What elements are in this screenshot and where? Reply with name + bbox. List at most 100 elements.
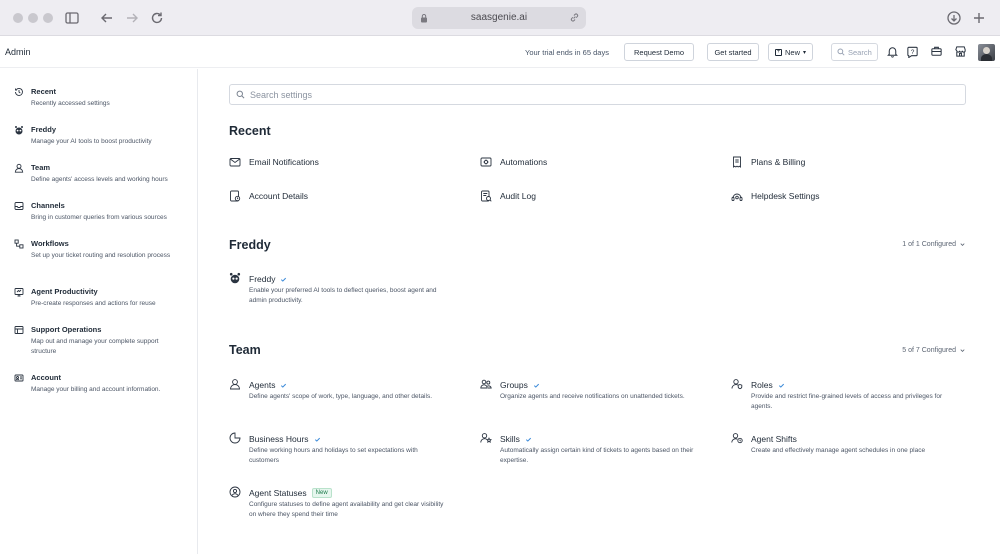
setting-card-title: Business Hours xyxy=(249,434,309,444)
sidebar-item-title: Support Operations xyxy=(31,325,102,334)
chevron-down-icon xyxy=(960,349,965,352)
configured-count: 1 of 1 Configured xyxy=(902,241,956,248)
marketplace-store-icon[interactable] xyxy=(954,45,967,58)
recent-link-label: Email Notifications xyxy=(249,157,319,167)
roles-icon xyxy=(731,378,743,390)
recent-link-plans-billing[interactable]: Plans & Billing xyxy=(731,156,805,168)
help-icon[interactable]: ? xyxy=(906,45,919,58)
history-icon xyxy=(14,87,24,97)
check-icon xyxy=(778,382,785,389)
header-search[interactable]: Search xyxy=(831,43,878,61)
recent-link-email-notifications[interactable]: Email Notifications xyxy=(229,156,319,168)
sidebar-item-title: Team xyxy=(31,163,51,172)
trial-notice: Your trial ends in 65 days xyxy=(525,48,609,57)
new-badge: New xyxy=(311,488,332,498)
freddy-icon xyxy=(229,272,241,284)
sidebar-item-title: Agent Productivity xyxy=(31,287,98,296)
header-search-placeholder: Search xyxy=(848,47,872,57)
setting-card-header: Agent Statuses New xyxy=(249,488,332,498)
email-icon xyxy=(229,156,241,168)
settings-search[interactable] xyxy=(229,84,966,105)
setting-card-title: Groups xyxy=(500,380,528,390)
freddy-icon xyxy=(14,125,24,135)
user-avatar[interactable] xyxy=(978,44,995,61)
setting-card-desc: Define working hours and holidays to set… xyxy=(249,447,418,464)
window-controls xyxy=(13,13,53,23)
setting-card-header: Roles xyxy=(751,380,785,390)
automation-icon xyxy=(480,156,492,168)
maximize-window-button[interactable] xyxy=(43,13,53,23)
billing-icon xyxy=(731,156,743,168)
section-title-team: Team xyxy=(229,343,261,357)
page-title: Admin xyxy=(5,47,31,57)
recent-link-automations[interactable]: Automations xyxy=(480,156,547,168)
person-icon xyxy=(14,163,24,173)
recent-link-audit-log[interactable]: Audit Log xyxy=(480,190,536,202)
sidebar-toggle-icon[interactable] xyxy=(64,10,80,26)
minimize-window-button[interactable] xyxy=(28,13,38,23)
setting-card-desc: Organize agents and receive notification… xyxy=(500,393,685,400)
reload-icon[interactable] xyxy=(149,10,165,26)
new-tab-icon[interactable] xyxy=(971,10,987,26)
check-icon xyxy=(280,276,287,283)
download-icon[interactable] xyxy=(946,10,962,26)
check-icon xyxy=(533,382,540,389)
svg-text:?: ? xyxy=(911,49,915,56)
setting-card-desc: Provide and restrict fine-grained levels… xyxy=(751,393,943,410)
recent-link-account-details[interactable]: Account Details xyxy=(229,190,308,202)
check-icon xyxy=(525,436,532,443)
skills-icon xyxy=(480,432,492,444)
settings-sidebar: Recent Recently accessed settings Freddy… xyxy=(0,69,198,554)
setting-card-header: Skills xyxy=(500,434,532,444)
configured-count: 5 of 7 Configured xyxy=(902,347,956,354)
sidebar-item-desc: Pre-create responses and actions for reu… xyxy=(31,300,156,307)
sidebar-item-title: Workflows xyxy=(31,239,69,248)
setting-card-desc: Configure statuses to define agent avail… xyxy=(249,501,444,518)
audit-log-icon xyxy=(480,190,492,202)
recent-link-helpdesk-settings[interactable]: Helpdesk Settings xyxy=(731,190,820,202)
forward-arrow-icon[interactable] xyxy=(124,10,140,26)
sidebar-item-title: Freddy xyxy=(31,125,57,134)
setting-card-header: Agent Shifts xyxy=(751,434,797,444)
plus-square-icon: + xyxy=(774,48,782,56)
team-configured-status[interactable]: 5 of 7 Configured xyxy=(902,347,966,354)
setting-card-title: Freddy xyxy=(249,274,276,284)
recent-link-label: Helpdesk Settings xyxy=(751,191,820,201)
setting-card-title: Roles xyxy=(751,380,773,390)
get-started-button[interactable]: Get started xyxy=(707,43,759,61)
setting-card-header: Agents xyxy=(249,380,287,390)
back-arrow-icon[interactable] xyxy=(99,10,115,26)
recent-link-label: Plans & Billing xyxy=(751,157,806,167)
setting-card-header: Groups xyxy=(500,380,540,390)
operations-icon xyxy=(14,325,24,335)
sidebar-item-desc: Manage your AI tools to boost productivi… xyxy=(31,138,152,145)
close-window-button[interactable] xyxy=(13,13,23,23)
notifications-bell-icon[interactable] xyxy=(886,45,899,58)
setting-card-desc: Enable your preferred AI tools to deflec… xyxy=(249,287,437,304)
agent-status-icon xyxy=(229,486,241,498)
setting-card-header: Freddy xyxy=(249,274,287,284)
sidebar-item-title: Account xyxy=(31,373,61,382)
setting-card-title: Agent Shifts xyxy=(751,434,797,444)
chevron-down-icon: ▾ xyxy=(803,49,807,56)
link-icon[interactable] xyxy=(569,12,580,23)
setting-card-desc: Create and effectively manage agent sche… xyxy=(751,447,926,454)
agent-shifts-icon xyxy=(731,432,743,444)
sidebar-item-desc: Define agents' access levels and working… xyxy=(31,176,168,183)
recent-link-label: Account Details xyxy=(249,191,309,201)
apps-switcher-icon[interactable] xyxy=(930,45,943,58)
setting-card-title: Agents xyxy=(249,380,276,390)
settings-icon xyxy=(731,190,743,202)
new-dropdown-button[interactable]: + New ▾ xyxy=(768,43,813,61)
sidebar-item-title: Channels xyxy=(31,201,65,210)
sidebar-item-desc: Bring in customer queries from various s… xyxy=(31,214,167,221)
freddy-configured-status[interactable]: 1 of 1 Configured xyxy=(902,241,966,248)
section-title-recent: Recent xyxy=(229,124,271,138)
app-header: Admin Your trial ends in 65 days Request… xyxy=(0,36,1000,68)
request-demo-button[interactable]: Request Demo xyxy=(624,43,694,61)
address-bar[interactable]: saasgenie.ai xyxy=(412,7,586,29)
sidebar-item-desc: Set up your ticket routing and resolutio… xyxy=(31,252,171,259)
settings-search-input[interactable] xyxy=(250,89,950,100)
check-icon xyxy=(280,382,287,389)
check-icon xyxy=(314,436,321,443)
